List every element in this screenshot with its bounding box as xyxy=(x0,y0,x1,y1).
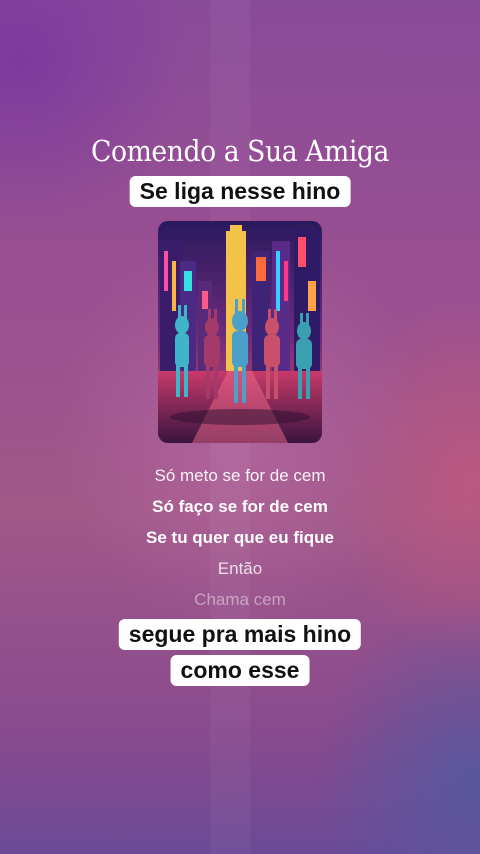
album-cover-art-icon xyxy=(158,221,322,443)
song-title: Comendo a Sua Amiga xyxy=(91,134,389,168)
lyric-line[interactable]: Só meto se for de cem xyxy=(0,460,480,491)
lyric-line[interactable]: Chama cem xyxy=(0,584,480,615)
caption-bottom-line-1: segue pra mais hino xyxy=(118,619,362,650)
lyric-line-current[interactable]: Se tu quer que eu fique xyxy=(0,522,480,553)
album-cover[interactable] xyxy=(158,221,322,443)
lyric-line-current[interactable]: Só faço se for de cem xyxy=(0,491,480,522)
caption-bottom-line-2: como esse xyxy=(170,655,310,686)
lyric-line[interactable]: Então xyxy=(0,553,480,584)
lyrics-list: Só meto se for de cem Só faço se for de … xyxy=(0,460,480,615)
caption-top: Se liga nesse hino xyxy=(129,176,351,207)
